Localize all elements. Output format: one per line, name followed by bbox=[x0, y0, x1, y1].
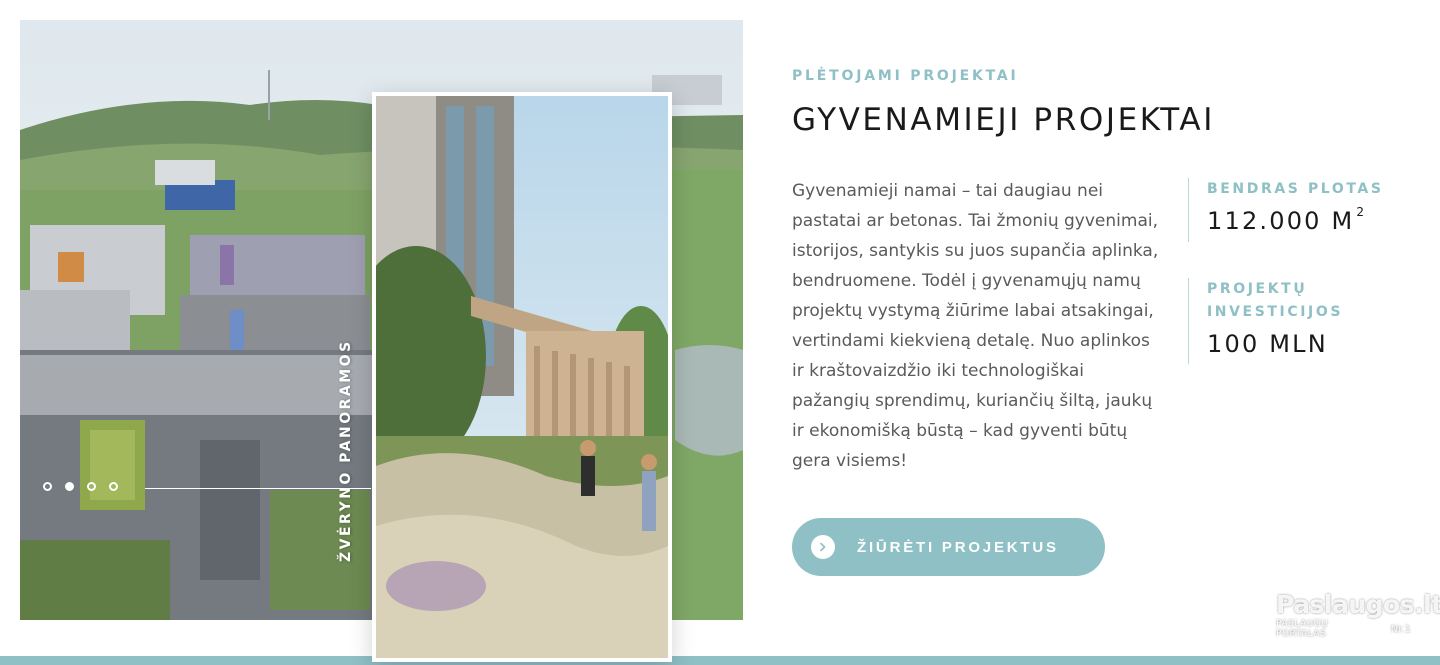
bottom-accent-bar bbox=[0, 656, 1440, 665]
slider-dots bbox=[43, 482, 118, 491]
project-vertical-label: ŽVĖRYNO PANORAMOS bbox=[338, 339, 354, 562]
stat-area-value: 112.000 M2 bbox=[1207, 205, 1407, 235]
watermark-logo: Paslaugos.lt bbox=[1276, 590, 1440, 619]
slider-dot-4[interactable] bbox=[109, 482, 118, 491]
inset-photo-frame bbox=[372, 92, 672, 662]
watermark: Paslaugos.lt PASLAUGŲ PORTALAS Nr.1 bbox=[1276, 590, 1440, 639]
stat-area-unit-superscript: 2 bbox=[1356, 205, 1365, 219]
view-projects-label: ŽIŪRĖTI PROJEKTUS bbox=[857, 538, 1059, 556]
stat-total-area: BENDRAS PLOTAS 112.000 M2 bbox=[1188, 178, 1407, 242]
stat-investment-value: 100 MLN bbox=[1207, 330, 1328, 358]
stat-area-label: BENDRAS PLOTAS bbox=[1207, 181, 1384, 197]
stat-area-number: 112.000 M bbox=[1207, 207, 1355, 235]
watermark-tagline: PASLAUGŲ PORTALAS bbox=[1276, 619, 1329, 639]
stat-investment-label: PROJEKTŲ INVESTICIJOS bbox=[1207, 281, 1344, 320]
slider-divider-line bbox=[145, 488, 371, 489]
stat-investment: PROJEKTŲ INVESTICIJOS 100 MLN bbox=[1188, 278, 1407, 364]
slider-dot-1[interactable] bbox=[43, 482, 52, 491]
section-description: Gyvenamieji namai – tai daugiau nei past… bbox=[792, 181, 1159, 471]
slider-dot-2[interactable] bbox=[65, 482, 74, 491]
view-projects-button[interactable]: ŽIŪRĖTI PROJEKTUS bbox=[792, 518, 1105, 576]
watermark-badge: Nr.1 bbox=[1385, 622, 1416, 636]
garden-pavilion-illustration bbox=[376, 96, 668, 658]
section-kicker: PLĖTOJAMI PROJEKTAI bbox=[792, 68, 1019, 84]
chevron-right-icon bbox=[811, 535, 835, 559]
watermark-footer: PASLAUGŲ PORTALAS Nr.1 bbox=[1276, 619, 1416, 639]
page-title: GYVENAMIEJI PROJEKTAI bbox=[792, 102, 1215, 138]
slider-dot-3[interactable] bbox=[87, 482, 96, 491]
